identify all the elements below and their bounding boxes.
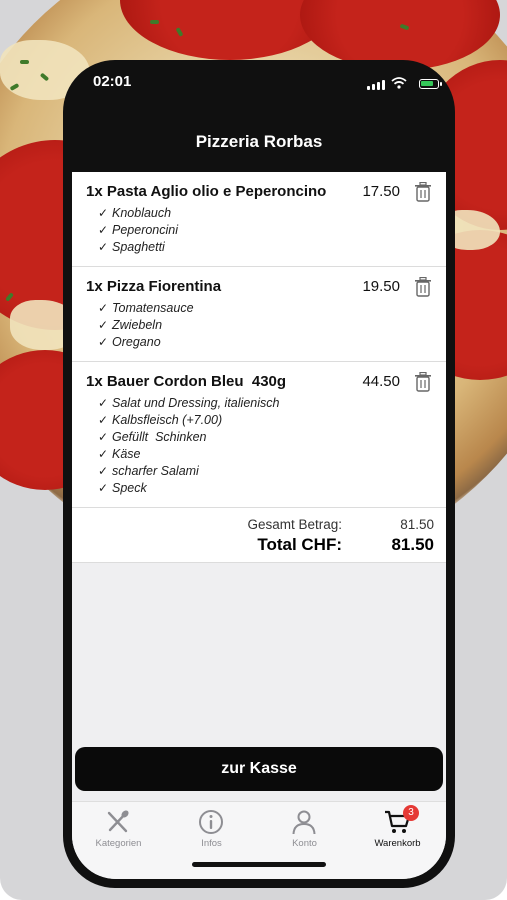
tab-infos[interactable]: Infos <box>165 802 258 862</box>
tab-konto[interactable]: Konto <box>258 802 351 862</box>
tab-warenkorb[interactable]: 3 Warenkorb <box>351 802 444 862</box>
check-icon: ✓ <box>98 318 109 332</box>
tab-label: Infos <box>201 838 222 849</box>
home-indicator <box>192 862 326 867</box>
check-icon: ✓ <box>98 481 109 495</box>
cart-item: 1x Pizza Fiorentina 19.50 ✓ Tomatensauce … <box>72 267 446 362</box>
cart-screen: 1x Pasta Aglio olio e Peperoncino 17.50 … <box>72 172 446 879</box>
cart-list: 1x Pasta Aglio olio e Peperoncino 17.50 … <box>72 172 446 563</box>
tab-kategorien[interactable]: Kategorien <box>72 802 165 862</box>
tab-label: Konto <box>292 838 317 849</box>
cart-count-badge: 3 <box>403 805 419 821</box>
trash-icon[interactable] <box>414 372 432 392</box>
signal-icon <box>367 80 385 90</box>
item-extra: ✓ scharfer Salami <box>98 464 199 478</box>
item-extra: ✓ Tomatensauce <box>98 301 194 315</box>
item-extra: ✓ Gefüllt Schinken <box>98 430 207 444</box>
item-extra: ✓ Käse <box>98 447 141 461</box>
user-icon <box>292 810 316 835</box>
cutlery-icon <box>107 810 129 833</box>
item-extra: ✓ Knoblauch <box>98 206 172 220</box>
check-icon: ✓ <box>98 396 109 410</box>
total-label: Total CHF: <box>257 535 342 554</box>
check-icon: ✓ <box>98 430 109 444</box>
trash-icon[interactable] <box>414 182 432 202</box>
item-extra: ✓ Spaghetti <box>98 240 165 254</box>
check-icon: ✓ <box>98 240 109 254</box>
check-icon: ✓ <box>98 206 109 220</box>
item-title: 1x Bauer Cordon Bleu 430g <box>86 373 287 390</box>
item-extra: ✓ Peperoncini <box>98 223 179 237</box>
check-icon: ✓ <box>98 413 109 427</box>
item-extra: ✓ Zwiebeln <box>98 318 163 332</box>
phone-frame: 02:01 Pizzeria Rorbas 1x Pasta Aglio oli… <box>63 60 455 888</box>
total-value: 81.50 <box>391 535 434 554</box>
check-icon: ✓ <box>98 447 109 461</box>
checkout-button[interactable]: zur Kasse <box>75 747 443 791</box>
check-icon: ✓ <box>98 223 109 237</box>
trash-icon[interactable] <box>414 277 432 297</box>
tab-bar: Kategorien Infos Konto 3 Warenkorb <box>72 801 446 879</box>
check-icon: ✓ <box>98 335 109 349</box>
subtotal-label: Gesamt Betrag: <box>247 517 342 532</box>
item-price: 17.50 <box>362 183 400 200</box>
item-extra: ✓ Salat und Dressing, italienisch <box>98 396 280 410</box>
cart-item: 1x Pasta Aglio olio e Peperoncino 17.50 … <box>72 172 446 267</box>
order-summary: Gesamt Betrag: 81.50 Total CHF: 81.50 <box>72 508 446 563</box>
check-icon: ✓ <box>98 464 109 478</box>
tab-label: Kategorien <box>95 838 142 849</box>
info-icon <box>199 810 223 834</box>
tab-label: Warenkorb <box>374 838 421 849</box>
battery-icon <box>419 79 442 89</box>
check-icon: ✓ <box>98 301 109 315</box>
status-time: 02:01 <box>93 73 132 90</box>
wifi-icon <box>391 77 407 89</box>
item-extra: ✓ Speck <box>98 481 147 495</box>
page-title: Pizzeria Rorbas <box>195 132 323 151</box>
item-extra: ✓ Oregano <box>98 335 161 349</box>
item-price: 44.50 <box>362 373 400 390</box>
item-title: 1x Pizza Fiorentina <box>86 278 222 295</box>
item-title: 1x Pasta Aglio olio e Peperoncino <box>86 183 327 200</box>
item-price: 19.50 <box>362 278 400 295</box>
item-extra: ✓ Kalbsfleisch (+7.00) <box>98 413 223 427</box>
cart-item: 1x Bauer Cordon Bleu 430g 44.50 ✓ Salat u… <box>72 362 446 508</box>
status-bar: 02:01 <box>63 60 455 110</box>
subtotal-value: 81.50 <box>400 517 434 532</box>
